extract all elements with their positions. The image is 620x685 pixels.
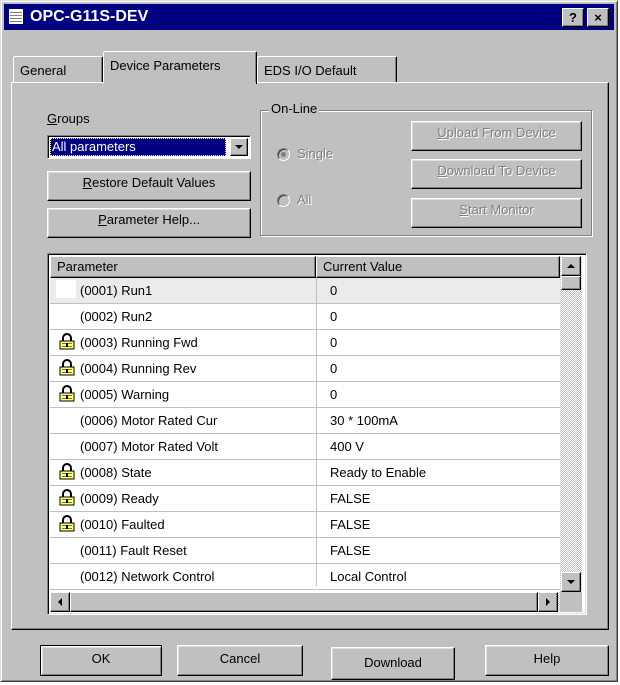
groups-dropdown[interactable]: All parameters xyxy=(47,135,251,159)
parameter-name-cell: (0012) Network Control xyxy=(80,569,215,584)
lock-icon xyxy=(58,489,76,506)
parameter-value-cell[interactable]: 0 xyxy=(330,358,556,380)
parameter-name-cell: (0009) Ready xyxy=(80,491,159,506)
groups-selected-value: All parameters xyxy=(50,138,226,156)
start-monitor-button[interactable]: Start Monitor xyxy=(411,198,582,228)
lock-icon xyxy=(58,385,76,402)
radio-all[interactable] xyxy=(277,194,290,207)
scroll-up-arrow-icon[interactable] xyxy=(561,256,581,276)
parameter-help-button[interactable]: Parameter Help... xyxy=(47,208,251,238)
lock-icon xyxy=(58,359,76,376)
vertical-scrollbar[interactable] xyxy=(560,256,582,592)
parameter-name-cell: (0008) State xyxy=(80,465,152,480)
restore-default-values-button[interactable]: Restore Default Values xyxy=(47,171,251,201)
panel-content: Groups All parameters Restore Default Va… xyxy=(1,1,619,683)
parameter-name-cell: (0003) Running Fwd xyxy=(80,335,198,350)
horizontal-scrollbar[interactable] xyxy=(50,592,560,612)
parameter-value-cell[interactable]: FALSE xyxy=(330,488,556,510)
scroll-right-arrow-icon[interactable] xyxy=(538,592,558,612)
lock-icon xyxy=(58,333,76,350)
table-row[interactable]: (0002) Run2 0 xyxy=(50,304,560,330)
parameter-value-cell[interactable]: Local Control xyxy=(330,566,556,588)
parameter-name-cell: (0006) Motor Rated Cur xyxy=(80,413,218,428)
parameter-name-cell: (0002) Run2 xyxy=(80,309,153,324)
table-row[interactable]: (0008) State Ready to Enable xyxy=(50,460,560,486)
parameter-value-cell[interactable]: 0 xyxy=(330,306,556,328)
table-row[interactable]: (0001) Run1 0 xyxy=(50,278,560,304)
column-header-current-value[interactable]: Current Value xyxy=(316,256,560,278)
horizontal-scroll-thumb[interactable] xyxy=(70,592,538,612)
parameter-name-cell: (0004) Running Rev xyxy=(80,361,197,376)
download-to-device-button[interactable]: Download To Device xyxy=(411,159,582,189)
table-row[interactable]: (0005) Warning 0 xyxy=(50,382,560,408)
table-row[interactable]: (0003) Running Fwd 0 xyxy=(50,330,560,356)
parameter-name-cell: (0005) Warning xyxy=(80,387,170,402)
dropdown-arrow-icon[interactable] xyxy=(230,138,248,156)
parameter-grid[interactable]: Parameter Current Value (0001) Run1 0 (000… xyxy=(47,253,587,615)
scroll-down-arrow-icon[interactable] xyxy=(561,572,581,592)
parameter-name-cell: (0011) Fault Reset xyxy=(80,543,187,558)
grid-rows: (0001) Run1 0 (0002) Run2 0 (0003) Running F… xyxy=(48,278,560,592)
table-row[interactable]: (0006) Motor Rated Cur 30 * 100mA xyxy=(50,408,560,434)
table-row[interactable]: (0012) Network Control Local Control xyxy=(50,564,560,590)
lock-icon xyxy=(58,515,76,532)
parameter-value-cell[interactable]: 0 xyxy=(330,280,556,302)
dialog-window: OPC-G11S-DEV ? × General Device Paramete… xyxy=(0,0,618,682)
upload-from-device-button[interactable]: Upload From Device xyxy=(411,121,582,151)
vertical-scroll-thumb[interactable] xyxy=(561,276,581,290)
parameter-value-cell[interactable]: 400 V xyxy=(330,436,556,458)
online-group-title: On-Line xyxy=(269,101,320,116)
table-row[interactable]: (0009) Ready FALSE xyxy=(50,486,560,512)
table-row[interactable]: (0004) Running Rev 0 xyxy=(50,356,560,382)
radio-all-label: All xyxy=(297,192,312,207)
parameter-value-cell[interactable]: 0 xyxy=(330,332,556,354)
lock-icon xyxy=(58,463,76,480)
parameter-value-cell[interactable]: FALSE xyxy=(330,540,556,562)
parameter-name-cell: (0001) Run1 xyxy=(80,283,153,298)
table-row[interactable]: (0011) Fault Reset FALSE xyxy=(50,538,560,564)
scrollbar-corner xyxy=(560,592,582,612)
radio-single[interactable] xyxy=(277,148,290,161)
groups-label: Groups xyxy=(47,111,90,126)
radio-single-dot xyxy=(281,152,286,157)
row-indicator xyxy=(56,280,76,298)
table-row[interactable]: (0007) Motor Rated Volt 400 V xyxy=(50,434,560,460)
parameter-value-cell[interactable]: 0 xyxy=(330,384,556,406)
parameter-name-cell: (0010) Faulted xyxy=(80,517,165,532)
radio-single-label: Single xyxy=(297,146,334,161)
parameter-value-cell[interactable]: FALSE xyxy=(330,514,556,536)
parameter-name-cell: (0007) Motor Rated Volt xyxy=(80,439,219,454)
table-row[interactable]: (0010) Faulted FALSE xyxy=(50,512,560,538)
scroll-left-arrow-icon[interactable] xyxy=(50,592,70,612)
column-divider xyxy=(316,278,317,586)
column-header-parameter[interactable]: Parameter xyxy=(50,256,316,278)
parameter-value-cell[interactable]: 30 * 100mA xyxy=(330,410,556,432)
parameter-value-cell[interactable]: Ready to Enable xyxy=(330,462,556,484)
